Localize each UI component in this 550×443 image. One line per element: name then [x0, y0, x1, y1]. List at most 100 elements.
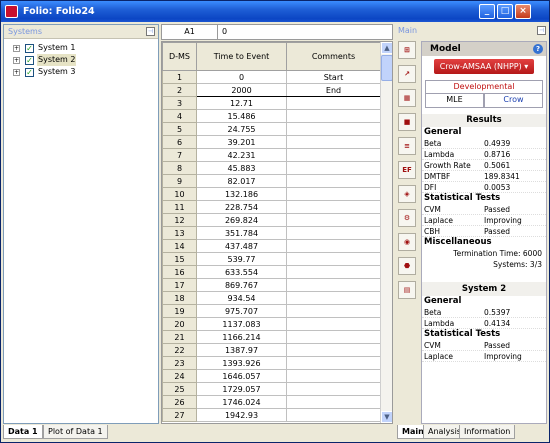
cell-comment[interactable]: Start — [286, 70, 381, 84]
method-crow-button[interactable]: Crow — [484, 94, 543, 108]
tool-a-icon[interactable]: ⊞ — [398, 41, 416, 59]
column-header-time[interactable]: Time to Event — [196, 42, 287, 71]
cell-time[interactable]: 39.201 — [196, 135, 287, 149]
row-number[interactable]: 3 — [162, 96, 197, 110]
table-row[interactable]: 15 539.77 — [162, 252, 381, 266]
cell-time[interactable]: 15.486 — [196, 109, 287, 123]
cell-comment[interactable] — [286, 174, 381, 188]
pin-icon[interactable]: ⊣ — [537, 26, 546, 35]
row-number[interactable]: 4 — [162, 109, 197, 123]
row-number[interactable]: 27 — [162, 408, 197, 422]
row-number[interactable]: 24 — [162, 369, 197, 383]
checkbox-system-2[interactable]: ✓ — [25, 56, 34, 65]
cell-time[interactable]: 1746.024 — [196, 395, 287, 409]
row-number[interactable]: 2 — [162, 83, 197, 97]
cell-comment[interactable] — [286, 135, 381, 149]
cell-time[interactable]: 1942.93 — [196, 408, 287, 422]
cell-comment[interactable] — [286, 356, 381, 370]
cell-comment[interactable] — [286, 317, 381, 331]
table-row[interactable]: 23 1393.926 — [162, 356, 381, 370]
table-row[interactable]: 2 2000 End — [162, 83, 381, 97]
cell-time[interactable]: 0 — [196, 70, 287, 84]
expand-icon[interactable]: + — [13, 57, 20, 64]
tool-c-icon[interactable]: ▦ — [398, 89, 416, 107]
tree-item-system-1[interactable]: + ✓ System 1 — [4, 42, 158, 54]
row-number[interactable]: 14 — [162, 239, 197, 253]
row-number[interactable]: 7 — [162, 148, 197, 162]
table-row[interactable]: 22 1387.97 — [162, 343, 381, 357]
cell-time[interactable]: 269.824 — [196, 213, 287, 227]
expand-icon[interactable]: + — [13, 69, 20, 76]
cell-comment[interactable] — [286, 213, 381, 227]
cell-comment[interactable] — [286, 395, 381, 409]
row-number[interactable]: 25 — [162, 382, 197, 396]
tool-h-icon[interactable]: ⚙ — [398, 209, 416, 227]
cell-comment[interactable] — [286, 278, 381, 292]
minimize-button[interactable]: _ — [479, 4, 495, 19]
cell-comment[interactable] — [286, 239, 381, 253]
table-row[interactable]: 6 39.201 — [162, 135, 381, 149]
cell-time[interactable]: 2000 — [196, 83, 287, 97]
table-row[interactable]: 24 1646.057 — [162, 369, 381, 383]
cell-time[interactable]: 975.707 — [196, 304, 287, 318]
cell-comment[interactable] — [286, 187, 381, 201]
checkbox-system-1[interactable]: ✓ — [25, 44, 34, 53]
row-number[interactable]: 18 — [162, 291, 197, 305]
row-number[interactable]: 6 — [162, 135, 197, 149]
row-number[interactable]: 1 — [162, 70, 197, 84]
tool-j-icon[interactable]: ⬣ — [398, 257, 416, 275]
table-row[interactable]: 4 15.486 — [162, 109, 381, 123]
table-row[interactable]: 19 975.707 — [162, 304, 381, 318]
row-number[interactable]: 5 — [162, 122, 197, 136]
pin-icon[interactable]: ⊣ — [146, 27, 155, 36]
tree-item-system-3[interactable]: + ✓ System 3 — [4, 66, 158, 78]
cell-time[interactable]: 869.767 — [196, 278, 287, 292]
cell-time[interactable]: 228.754 — [196, 200, 287, 214]
column-header-comments[interactable]: Comments — [286, 42, 381, 71]
table-row[interactable]: 7 42.231 — [162, 148, 381, 162]
table-row[interactable]: 18 934.54 — [162, 291, 381, 305]
scroll-down-arrow[interactable]: ▼ — [381, 411, 392, 423]
cell-comment[interactable] — [286, 148, 381, 162]
cell-comment[interactable] — [286, 304, 381, 318]
cell-time[interactable]: 24.755 — [196, 122, 287, 136]
cell-time[interactable]: 1393.926 — [196, 356, 287, 370]
cell-comment[interactable] — [286, 252, 381, 266]
cell-time[interactable]: 633.554 — [196, 265, 287, 279]
scroll-up-arrow[interactable]: ▲ — [381, 42, 392, 54]
vertical-scrollbar[interactable]: ▲ ▼ — [380, 42, 392, 423]
help-icon[interactable]: ? — [533, 44, 543, 54]
cell-time[interactable]: 1646.057 — [196, 369, 287, 383]
table-row[interactable]: 17 869.767 — [162, 278, 381, 292]
row-number[interactable]: 15 — [162, 252, 197, 266]
cell-comment[interactable] — [286, 96, 381, 110]
row-number[interactable]: 20 — [162, 317, 197, 331]
tab-plot-of-data-1[interactable]: Plot of Data 1 — [43, 425, 108, 439]
row-number[interactable]: 21 — [162, 330, 197, 344]
cell-comment[interactable]: End — [286, 83, 381, 97]
row-number[interactable]: 10 — [162, 187, 197, 201]
row-number[interactable]: 8 — [162, 161, 197, 175]
row-number[interactable]: 26 — [162, 395, 197, 409]
table-row[interactable]: 5 24.755 — [162, 122, 381, 136]
table-row[interactable]: 16 633.554 — [162, 265, 381, 279]
cell-time[interactable]: 351.784 — [196, 226, 287, 240]
cell-comment[interactable] — [286, 369, 381, 383]
row-number[interactable]: 17 — [162, 278, 197, 292]
row-number[interactable]: 11 — [162, 200, 197, 214]
row-number[interactable]: 23 — [162, 356, 197, 370]
cell-comment[interactable] — [286, 382, 381, 396]
table-row[interactable]: 25 1729.057 — [162, 382, 381, 396]
cell-comment[interactable] — [286, 109, 381, 123]
cell-time[interactable]: 437.487 — [196, 239, 287, 253]
cell-time[interactable]: 82.017 — [196, 174, 287, 188]
maximize-button[interactable]: □ — [497, 4, 513, 19]
cell-time[interactable]: 1166.214 — [196, 330, 287, 344]
tool-i-icon[interactable]: ◉ — [398, 233, 416, 251]
tool-k-icon[interactable]: ▤ — [398, 281, 416, 299]
developmental-label[interactable]: Developmental — [425, 80, 543, 94]
cell-comment[interactable] — [286, 291, 381, 305]
cell-comment[interactable] — [286, 200, 381, 214]
tab-data-1[interactable]: Data 1 — [3, 425, 43, 439]
tool-g-icon[interactable]: ◈ — [398, 185, 416, 203]
